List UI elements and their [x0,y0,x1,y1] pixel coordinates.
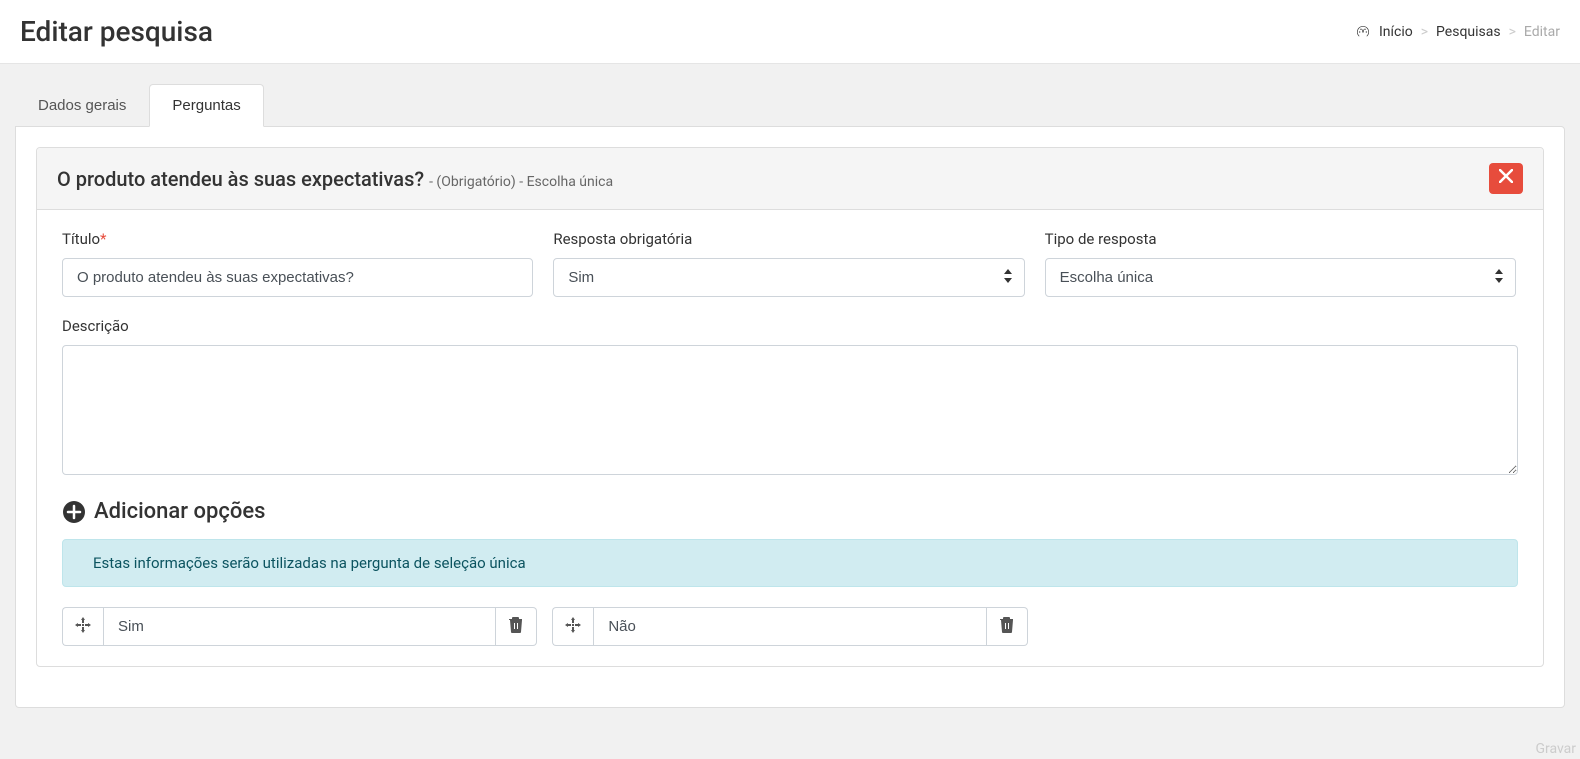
close-icon [1499,169,1513,188]
plus-circle-icon [62,500,86,524]
required-field-group: Resposta obrigatória Sim [553,230,1024,297]
type-select[interactable]: Escolha única [1045,258,1516,297]
breadcrumb-home[interactable]: Início [1379,24,1413,40]
title-input[interactable] [62,258,533,297]
delete-option-button[interactable] [987,607,1028,646]
type-label: Tipo de resposta [1045,230,1516,248]
tab-body: O produto atendeu às suas expectativas? … [15,126,1565,708]
move-icon [565,617,581,637]
tab-general[interactable]: Dados gerais [15,84,149,127]
question-meta: - (Obrigatório) - Escolha única [429,174,613,190]
add-options-label: Adicionar opções [94,499,265,524]
move-icon [75,617,91,637]
required-select[interactable]: Sim [553,258,1024,297]
description-label: Descrição [62,317,1518,335]
type-field-group: Tipo de resposta Escolha única [1045,230,1516,297]
options-row [62,607,1518,646]
question-panel: O produto atendeu às suas expectativas? … [36,147,1544,667]
description-textarea[interactable] [62,345,1518,475]
add-options-button[interactable]: Adicionar opções [62,499,1518,524]
option-input[interactable] [103,607,496,646]
page-header: Editar pesquisa Início > Pesquisas > Edi… [0,0,1580,64]
content: Dados gerais Perguntas O produto atendeu… [0,64,1580,728]
option-item [552,607,1027,646]
required-label: Resposta obrigatória [553,230,1024,248]
question-panel-header: O produto atendeu às suas expectativas? … [37,148,1543,210]
option-item [62,607,537,646]
breadcrumb: Início > Pesquisas > Editar [1355,24,1560,40]
delete-option-button[interactable] [496,607,537,646]
question-title-display: O produto atendeu às suas expectativas? … [57,167,613,191]
trash-icon [1000,617,1014,636]
option-input[interactable] [593,607,986,646]
drag-handle[interactable] [552,607,593,646]
tab-questions[interactable]: Perguntas [149,84,263,127]
question-title-text: O produto atendeu às suas expectativas? [57,167,424,191]
question-panel-body: Título* Resposta obrigatória Sim [37,210,1543,666]
drag-handle[interactable] [62,607,103,646]
tabs: Dados gerais Perguntas [15,84,1565,127]
trash-icon [509,617,523,636]
delete-question-button[interactable] [1489,163,1523,194]
page-title: Editar pesquisa [20,15,213,48]
chevron-right-icon: > [1509,24,1516,40]
breadcrumb-current: Editar [1524,24,1560,40]
title-label: Título* [62,230,533,248]
required-asterisk-icon: * [100,230,106,248]
title-field-group: Título* [62,230,533,297]
title-label-text: Título [62,230,100,248]
breadcrumb-surveys[interactable]: Pesquisas [1436,24,1501,40]
options-info-alert: Estas informações serão utilizadas na pe… [62,539,1518,587]
save-hint: Gravar [1531,739,1580,759]
chevron-right-icon: > [1421,24,1428,40]
dashboard-icon [1355,24,1371,40]
description-field-group: Descrição [62,317,1518,479]
